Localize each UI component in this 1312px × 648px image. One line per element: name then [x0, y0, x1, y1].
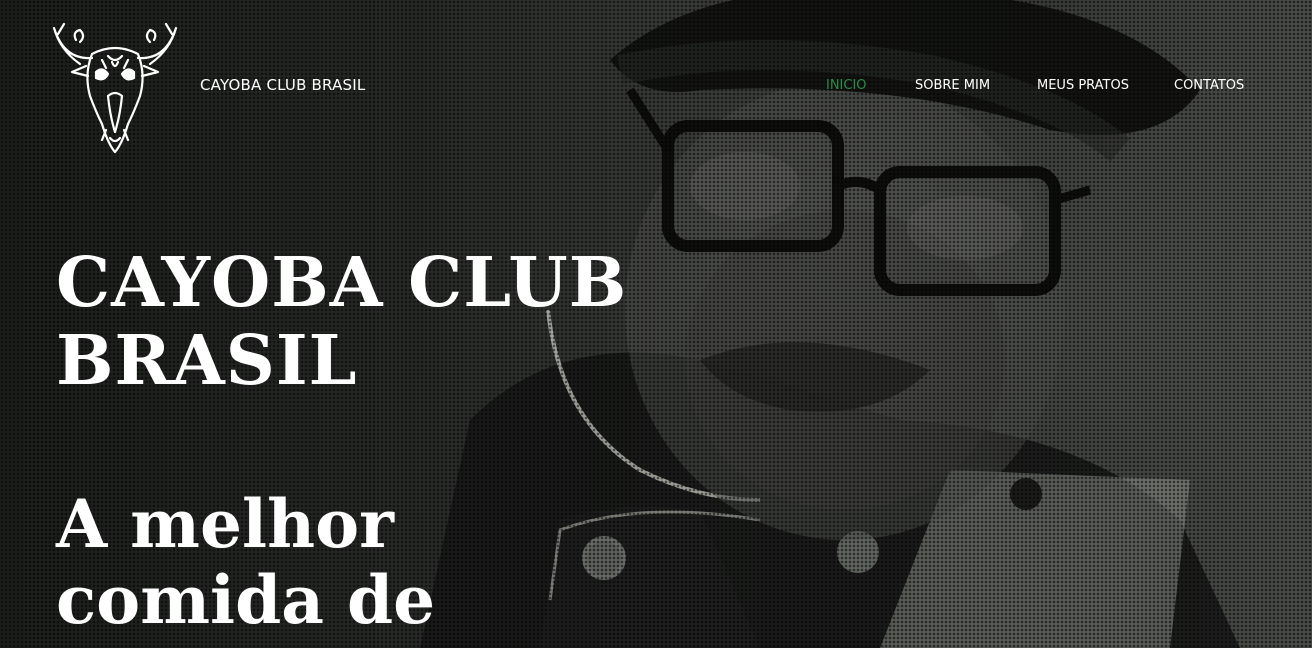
hero-title-line-2: BRASIL: [56, 321, 358, 401]
hero-tagline-line-1: A melhor: [56, 485, 394, 563]
main-nav: INICIO SOBRE MIM MEUS PRATOS CONTATOS: [0, 78, 1312, 98]
nav-item-meus-pratos[interactable]: MEUS PRATOS: [1037, 78, 1129, 93]
hero-title: CAYOBA CLUB BRASIL: [56, 244, 627, 400]
nav-item-sobre-mim[interactable]: SOBRE MIM: [915, 78, 990, 93]
hero-tagline: A melhor comida de: [56, 486, 435, 638]
hero-tagline-line-2: comida de: [56, 561, 436, 639]
nav-item-contatos[interactable]: CONTATOS: [1174, 78, 1244, 93]
hero-title-line-1: CAYOBA CLUB: [56, 243, 628, 323]
nav-item-inicio[interactable]: INICIO: [826, 78, 867, 93]
